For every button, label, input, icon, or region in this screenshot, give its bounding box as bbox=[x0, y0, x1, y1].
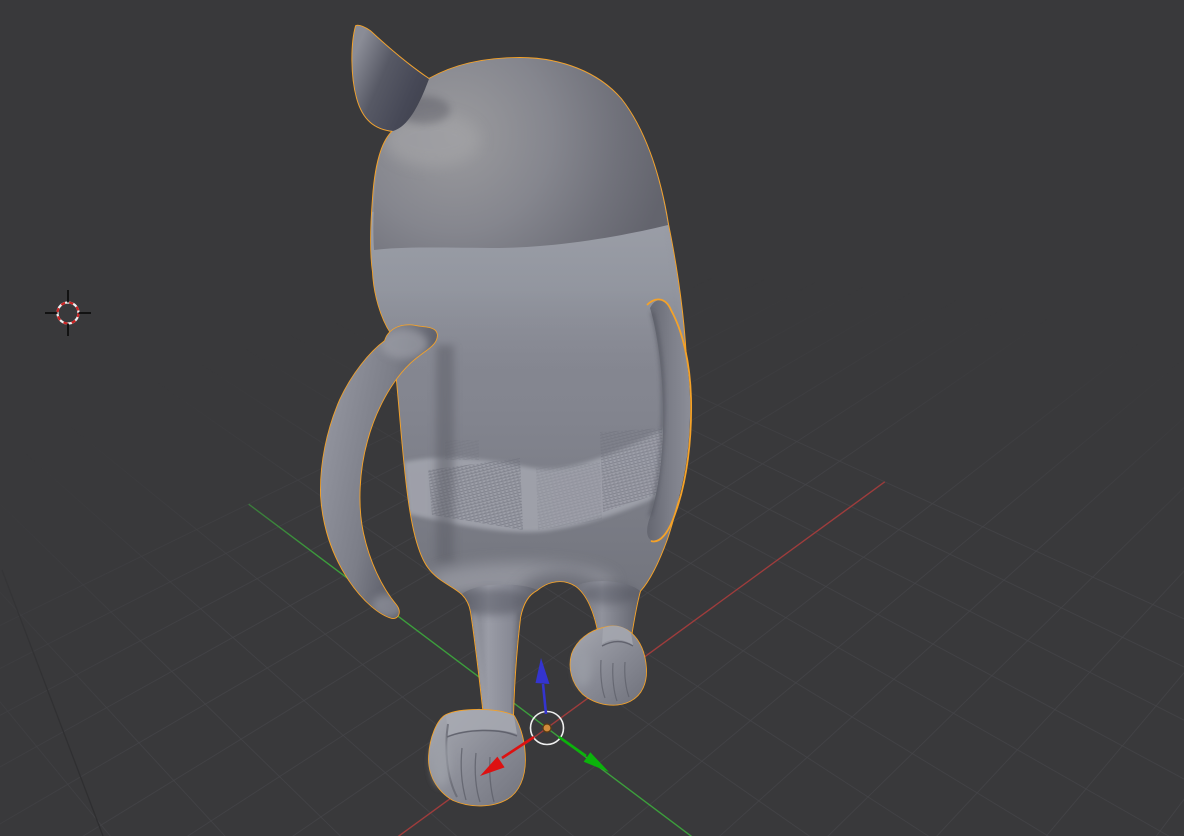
object-origin-dot[interactable] bbox=[542, 723, 552, 733]
left-flank-shadow bbox=[436, 345, 454, 563]
left-boot[interactable] bbox=[428, 709, 526, 807]
right-thigh-shadow bbox=[583, 584, 637, 604]
left-boot-heel-light bbox=[432, 738, 450, 786]
dither-patch-center bbox=[536, 462, 602, 530]
right-boot-heel-light bbox=[575, 650, 591, 686]
3d-viewport[interactable] bbox=[0, 0, 1184, 836]
viewport-canvas bbox=[0, 0, 1184, 836]
